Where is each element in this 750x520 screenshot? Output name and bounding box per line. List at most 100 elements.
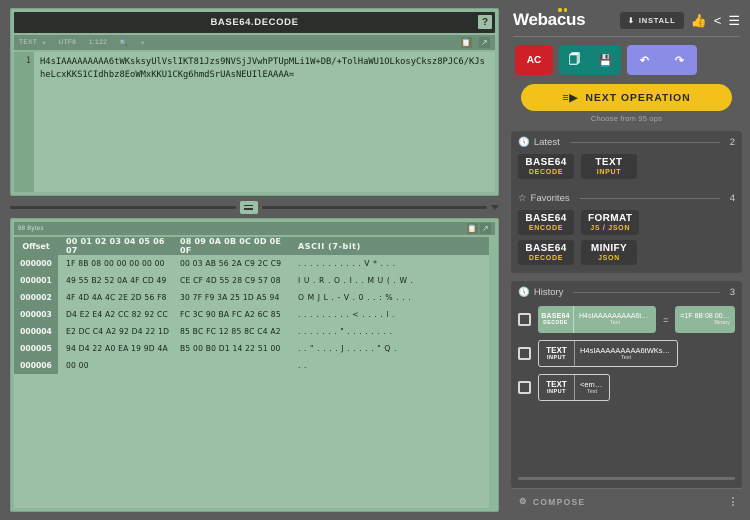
search-icon[interactable]: 🔍: [120, 39, 129, 47]
history-op-mode: INPUT: [547, 389, 566, 395]
hex-bytes-high: 00 03 AB 56 2A C9 2C C9: [174, 259, 290, 268]
compose-bar[interactable]: ⚙ COMPOSE: [511, 488, 742, 514]
latest-title: Latest: [534, 137, 560, 148]
history-op: TEXT INPUT: [539, 375, 575, 400]
undo-arrow-icon[interactable]: ↶: [627, 45, 662, 75]
hex-size-label: 98 Bytes: [18, 226, 44, 232]
hex-vertical-scrollbar[interactable]: [489, 237, 495, 508]
history-checkbox[interactable]: [518, 381, 531, 394]
hex-bytes-high: FC 3C 90 BA FC A2 6C 85: [174, 310, 290, 319]
history-scrollbar[interactable]: [518, 477, 735, 480]
clear-all-button[interactable]: AC: [515, 45, 553, 75]
list-ops-icon: ≡▶: [562, 92, 578, 104]
hex-output-card: 98 Bytes 📋 ↗ Offset 00 01 02 03 04 05 06…: [10, 218, 499, 512]
history-button-group: ↶ ↷: [627, 45, 697, 75]
list-item[interactable]: TEXT INPUT <empty> Text: [518, 374, 735, 401]
latest-row: BASE64 DECODE TEXT INPUT: [518, 154, 735, 179]
table-row: 000001 49 55 B2 52 0A 4F CD 49 CE CF 4D …: [14, 272, 489, 289]
hamburger-menu-icon[interactable]: ☰: [728, 14, 740, 27]
history-value-kind: Text: [580, 389, 604, 395]
editor-expand-icon[interactable]: ↗: [479, 37, 490, 48]
install-label: INSTALL: [639, 16, 676, 25]
latest-count: 2: [730, 137, 735, 148]
chip-mode: JSON: [598, 255, 620, 262]
table-row: 000005 94 D4 22 A0 EA 19 9D 4A B5 00 B0 …: [14, 340, 489, 357]
editor-copy-icon[interactable]: 📋: [461, 37, 472, 48]
history-value-kind: Text: [579, 320, 651, 326]
share-icon[interactable]: <: [714, 14, 722, 27]
next-operation-label: NEXT OPERATION: [585, 92, 690, 104]
history-entry[interactable]: TEXT INPUT <empty> Text: [538, 374, 610, 401]
table-row: 000000 1F 8B 08 00 00 00 00 00 00 03 AB …: [14, 255, 489, 272]
chip-mode: INPUT: [597, 169, 622, 176]
list-item[interactable]: BASE64 ENCODE: [518, 210, 574, 235]
toolbar-chevron-down-icon[interactable]: ▾: [141, 39, 145, 47]
toolbar-encoding-select[interactable]: UTF8: [58, 39, 76, 46]
hex-header-row: Offset 00 01 02 03 04 05 06 07 08 09 0A …: [14, 237, 489, 255]
download-icon: ⬇: [628, 16, 635, 25]
history-value: H4sIAAAAAAAAA6tWKsksyUl...: [579, 313, 651, 320]
table-row: 000002 4F 4D 4A 4C 2E 2D 56 F8 30 7F F9 …: [14, 289, 489, 306]
history-value-wrap: H4sIAAAAAAAAA6tWKsksyUl... Text: [574, 306, 656, 333]
panel-splitter[interactable]: [10, 196, 499, 218]
thumbs-up-icon[interactable]: 👍: [691, 14, 707, 27]
page-title: BASE64.DECODE: [210, 17, 298, 28]
next-operation-button[interactable]: ≡▶ NEXT OPERATION: [521, 84, 732, 111]
splitter-grip-handle[interactable]: [240, 201, 258, 214]
favorites-row: BASE64 DECODE MINIFY JSON: [518, 240, 735, 265]
history-entry[interactable]: TEXT INPUT H4sIAAAAAAAAA6tWKsksyUl... Te…: [538, 340, 678, 367]
clipboard-button-group: 🗍 💾: [559, 45, 621, 75]
hex-copy-icon[interactable]: 📋: [467, 223, 478, 234]
clock-icon: 🕔: [518, 287, 530, 298]
operation-title-bar: BASE64.DECODE ?: [14, 12, 495, 33]
history-result[interactable]: =1F 8B 08 00 00 00 0 Binary: [675, 306, 735, 333]
chip-mode: DECODE: [529, 169, 563, 176]
history-op-mode: INPUT: [547, 355, 566, 361]
history-result-kind: Binary: [680, 320, 730, 326]
chip-mode: DECODE: [529, 255, 563, 262]
hex-col-bytes-high: 08 09 0A 0B 0C 0D 0E 0F: [174, 237, 290, 255]
list-item[interactable]: FORMAT JS / JSON: [581, 210, 639, 235]
latest-list: BASE64 DECODE TEXT INPUT: [518, 154, 735, 179]
header-divider: [513, 36, 740, 37]
copy-icon[interactable]: 🗍: [559, 45, 590, 75]
history-entry[interactable]: BASE64 DECODE H4sIAAAAAAAAA6tWKsksyUl...…: [538, 306, 656, 333]
install-button[interactable]: ⬇ INSTALL: [620, 12, 684, 29]
list-item[interactable]: TEXT INPUT H4sIAAAAAAAAA6tWKsksyUl... Te…: [518, 340, 735, 367]
chip-name: FORMAT: [588, 213, 632, 224]
history-checkbox[interactable]: [518, 313, 531, 326]
list-item[interactable]: BASE64 DECODE: [518, 240, 574, 265]
hex-expand-icon[interactable]: ↗: [480, 223, 491, 234]
list-item[interactable]: MINIFY JSON: [581, 240, 637, 265]
hex-toolbar: 98 Bytes 📋 ↗: [14, 222, 495, 235]
chip-name: BASE64: [525, 213, 566, 224]
list-item[interactable]: TEXT INPUT: [581, 154, 637, 179]
hex-ascii: I U . R . O . I . . M U ( . W .: [290, 276, 489, 285]
toolbar-type-select[interactable]: TEXT: [19, 39, 37, 46]
splitter-chevron-down-icon[interactable]: [491, 205, 499, 210]
list-item[interactable]: BASE64 DECODE: [518, 154, 574, 179]
chip-mode: ENCODE: [529, 225, 563, 232]
redo-arrow-icon[interactable]: ↷: [662, 45, 697, 75]
help-button[interactable]: ?: [478, 15, 492, 29]
chip-name: TEXT: [595, 157, 622, 168]
hex-bytes-low: 1F 8B 08 00 00 00 00 00: [58, 259, 174, 268]
main-workspace: BASE64.DECODE ? TEXT ▾ · UTF8 · 1:122 · …: [0, 0, 505, 520]
more-vertical-icon[interactable]: [732, 497, 734, 506]
history-title: History: [534, 287, 564, 298]
editor-input[interactable]: H4sIAAAAAAAAA6tWKsksyUlVslIKT81Jzs9NVSjJ…: [34, 52, 495, 192]
hex-bytes-high: 30 7F F9 3A 25 1D A5 94: [174, 293, 290, 302]
list-item[interactable]: BASE64 DECODE H4sIAAAAAAAAA6tWKsksyUl...…: [518, 306, 735, 333]
history-checkbox[interactable]: [518, 347, 531, 360]
history-op-name: BASE64: [541, 313, 569, 320]
hex-ascii: . . . . . . . . . < . . . . l .: [290, 310, 489, 319]
hex-table: Offset 00 01 02 03 04 05 06 07 08 09 0A …: [14, 237, 495, 508]
history-value-wrap: H4sIAAAAAAAAA6tWKsksyUl... Text: [575, 341, 677, 366]
table-row: 000006 00 00 . .: [14, 357, 489, 374]
floppy-save-icon[interactable]: 💾: [590, 45, 621, 75]
history-value: <empty>: [580, 380, 604, 389]
hex-bytes-high: B5 00 B0 D1 14 22 51 00: [174, 344, 290, 353]
chip-name: BASE64: [525, 243, 566, 254]
history-value: H4sIAAAAAAAAA6tWKsksyUl...: [580, 346, 672, 355]
toolbar-dot-4: ·: [133, 39, 136, 46]
